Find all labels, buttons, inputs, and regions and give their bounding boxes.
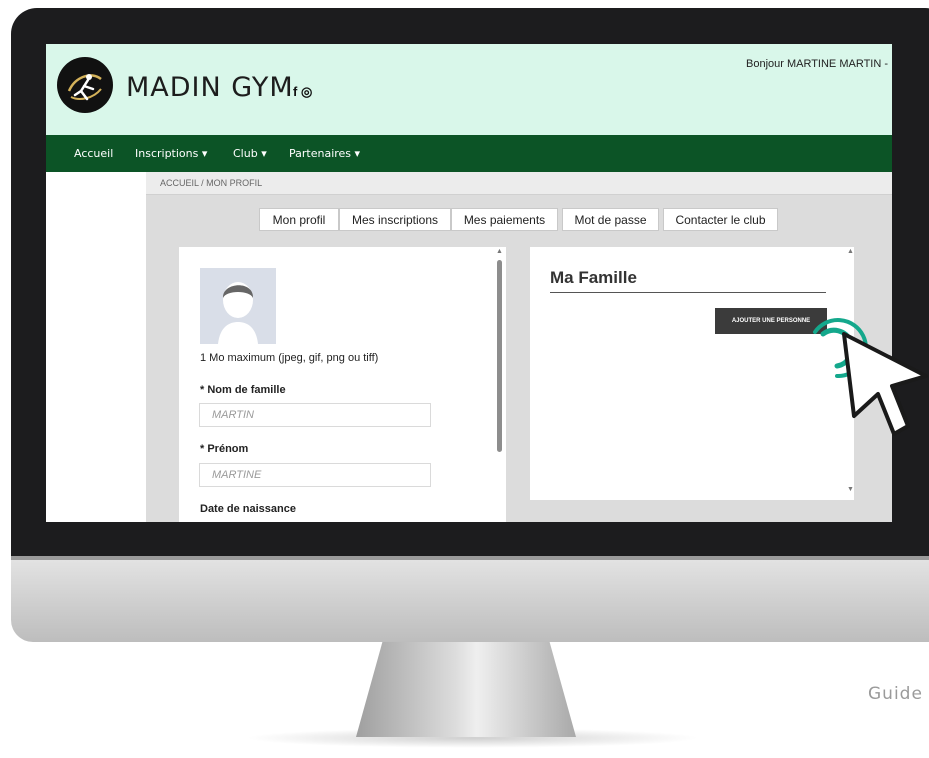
family-scroll-down-icon[interactable]: ▼: [847, 486, 854, 493]
social-icons[interactable]: f ◎: [293, 84, 312, 100]
tab-mon-profil[interactable]: Mon profil: [259, 208, 339, 231]
family-scroll-up-icon[interactable]: ▲: [847, 248, 854, 255]
family-divider: [550, 292, 826, 293]
monitor-chin-edge: [11, 556, 929, 560]
mouse-pointer-icon: [842, 332, 928, 436]
birthdate-label: Date de naissance: [200, 503, 296, 515]
user-greeting[interactable]: Bonjour MARTINE MARTIN -: [746, 58, 888, 70]
user-silhouette-icon[interactable]: [200, 268, 276, 344]
nav-club[interactable]: Club ▾: [233, 147, 267, 160]
nav-accueil[interactable]: Accueil: [74, 147, 113, 160]
tab-mes-paiements[interactable]: Mes paiements: [451, 208, 558, 231]
tab-contacter-le-club[interactable]: Contacter le club: [663, 208, 778, 231]
breadcrumb-text[interactable]: ACCUEIL / MON PROFIL: [160, 178, 262, 188]
monitor-chin: [11, 556, 929, 642]
last-name-field[interactable]: MARTIN: [199, 403, 431, 427]
screen: MADIN GYM f ◎ Bonjour MARTINE MARTIN - A…: [46, 44, 892, 522]
first-name-label: * Prénom: [200, 443, 249, 455]
first-name-field[interactable]: MARTINE: [199, 463, 431, 487]
last-name-label: * Nom de famille: [200, 384, 286, 396]
scroll-up-icon[interactable]: ▲: [496, 248, 503, 255]
monitor-stand: [356, 642, 576, 737]
nav-partenaires[interactable]: Partenaires ▾: [289, 147, 360, 160]
tab-mes-inscriptions[interactable]: Mes inscriptions: [339, 208, 451, 231]
nav-inscriptions[interactable]: Inscriptions ▾: [135, 147, 207, 160]
profile-scrollbar[interactable]: [497, 260, 502, 452]
tab-mot-de-passe[interactable]: Mot de passe: [562, 208, 659, 231]
brand-name[interactable]: MADIN GYM: [126, 72, 294, 103]
gymnast-logo-icon[interactable]: [57, 57, 113, 113]
photo-hint: 1 Mo maximum (jpeg, gif, png ou tiff): [200, 352, 379, 364]
guide-caption: Guide: [868, 684, 923, 704]
family-title: Ma Famille: [550, 268, 637, 287]
